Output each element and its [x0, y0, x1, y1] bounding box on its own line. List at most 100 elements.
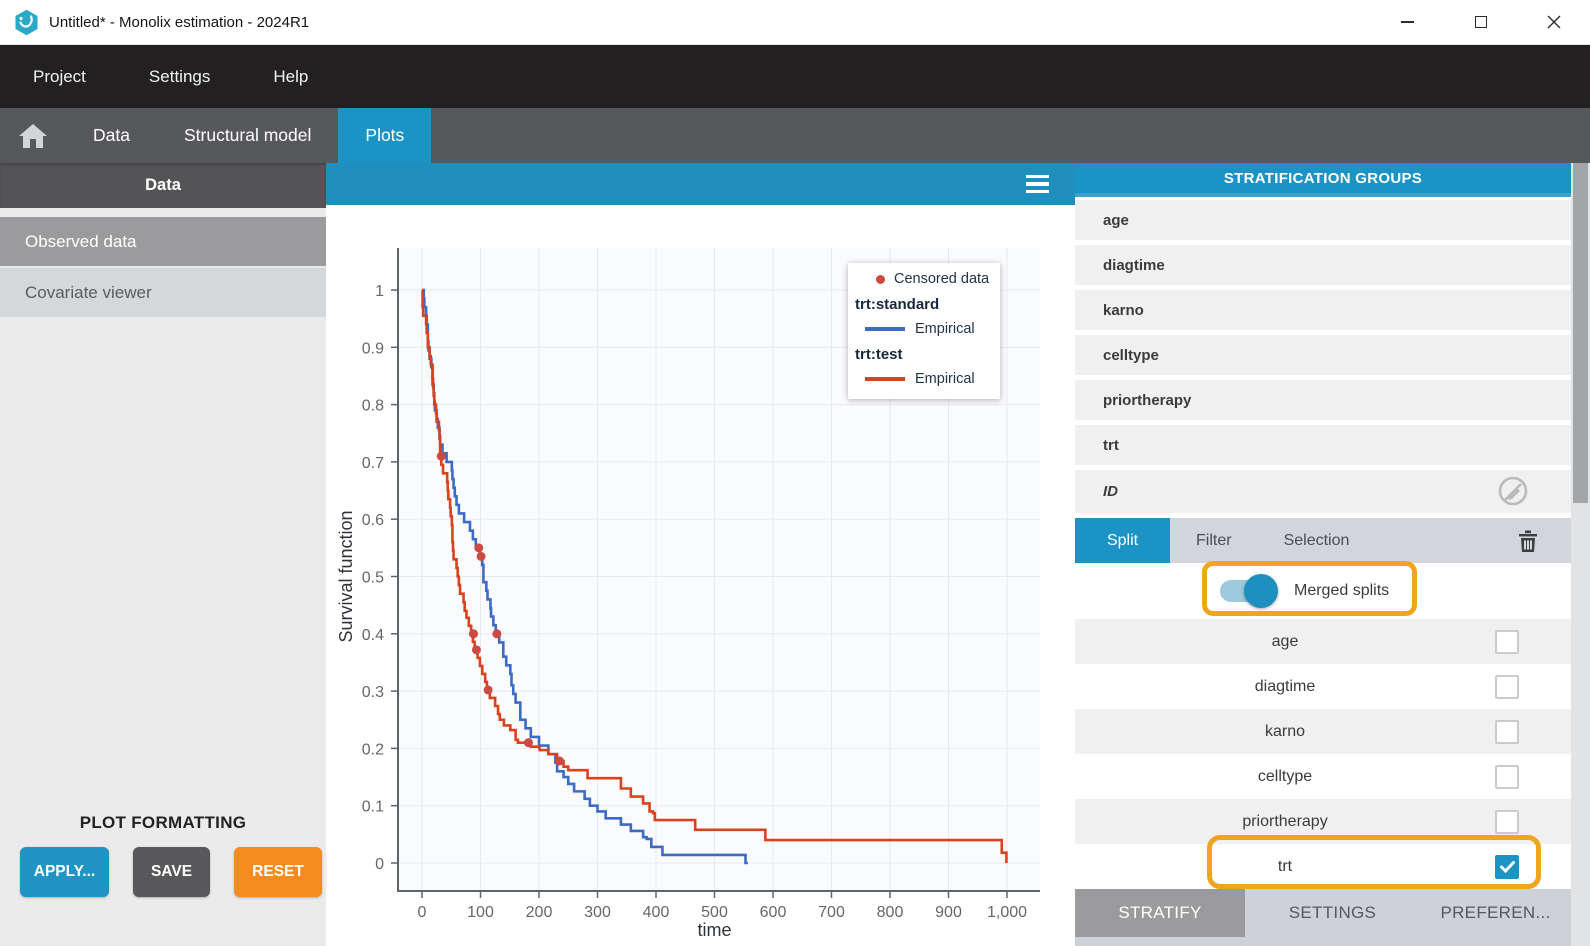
- censored-point: [474, 543, 483, 552]
- plots-sidebar: Data Observed data Covariate viewer PLOT…: [0, 163, 326, 946]
- split-label-celltype: celltype: [1075, 768, 1495, 786]
- save-button[interactable]: SAVE: [133, 847, 210, 897]
- split-row-diagtime[interactable]: diagtime: [1075, 664, 1571, 709]
- split-label-trt: trt: [1075, 858, 1495, 876]
- test-line-swatch: [865, 377, 905, 381]
- reset-button[interactable]: RESET: [234, 847, 322, 897]
- x-tick-label: 0: [418, 904, 427, 921]
- tab-data[interactable]: Data: [66, 108, 157, 163]
- home-icon: [17, 122, 49, 150]
- censored-point: [492, 629, 501, 638]
- tab-preferences[interactable]: PREFEREN...: [1420, 889, 1571, 937]
- scrollbar-thumb[interactable]: [1573, 163, 1588, 503]
- x-tick-label: 400: [643, 904, 670, 921]
- tab-stratify[interactable]: STRATIFY: [1075, 889, 1245, 937]
- plot-formatting-buttons: APPLY... SAVE RESET: [20, 847, 322, 897]
- tab-plots[interactable]: Plots: [338, 108, 431, 163]
- menu-project[interactable]: Project: [33, 67, 86, 87]
- trash-icon[interactable]: [1517, 529, 1539, 553]
- legend-series-standard: Empirical: [848, 321, 1000, 337]
- window-controls: [1371, 0, 1590, 44]
- stratification-header: STRATIFICATION GROUPS: [1075, 163, 1571, 193]
- panel-scrollbar[interactable]: [1571, 163, 1590, 946]
- plot-formatting-title: PLOT FORMATTING: [0, 813, 326, 833]
- censored-point: [472, 645, 481, 654]
- sidebar-item-covariate-viewer[interactable]: Covariate viewer: [0, 268, 326, 317]
- censored-point: [484, 685, 493, 694]
- covariate-row-age[interactable]: age: [1075, 200, 1571, 240]
- y-tick-label: 0.6: [362, 512, 384, 529]
- tab-settings[interactable]: SETTINGS: [1245, 889, 1420, 937]
- x-tick-label: 700: [818, 904, 845, 921]
- merged-splits-label: Merged splits: [1294, 582, 1389, 600]
- split-filter-selection-tabs: Split Filter Selection: [1075, 518, 1571, 563]
- stratification-panel: STRATIFICATION GROUPS age diagtime karno…: [1075, 163, 1571, 946]
- x-tick-label: 1,000: [987, 904, 1027, 921]
- tab-structural-model[interactable]: Structural model: [157, 108, 338, 163]
- censored-point: [437, 452, 446, 461]
- y-tick-label: 0.9: [362, 340, 384, 357]
- covariate-row-trt[interactable]: trt: [1075, 425, 1571, 465]
- x-tick-label: 900: [935, 904, 962, 921]
- tab-selection[interactable]: Selection: [1258, 518, 1376, 563]
- checkbox-trt[interactable]: [1495, 855, 1519, 879]
- monolix-logo-icon: [13, 9, 40, 36]
- split-row-priortherapy[interactable]: priortherapy: [1075, 799, 1571, 844]
- checkbox-priortherapy[interactable]: [1495, 810, 1519, 834]
- legend-group-test: trt:test: [848, 346, 1000, 363]
- censored-point: [477, 552, 486, 561]
- split-label-priortherapy: priortherapy: [1075, 813, 1495, 831]
- plot-header-bar: [326, 163, 1075, 205]
- checkbox-karno[interactable]: [1495, 720, 1519, 744]
- checkbox-age[interactable]: [1495, 630, 1519, 654]
- split-row-karno[interactable]: karno: [1075, 709, 1571, 754]
- maximize-icon: [1475, 16, 1487, 28]
- censored-point: [524, 738, 533, 747]
- split-row-celltype[interactable]: celltype: [1075, 754, 1571, 799]
- checkbox-diagtime[interactable]: [1495, 675, 1519, 699]
- maximize-button[interactable]: [1444, 0, 1517, 44]
- app-window: Untitled* - Monolix estimation - 2024R1 …: [0, 0, 1590, 946]
- tab-split[interactable]: Split: [1075, 518, 1170, 563]
- split-label-diagtime: diagtime: [1075, 678, 1495, 696]
- merged-splits-toggle[interactable]: [1220, 580, 1270, 602]
- id-row[interactable]: ID: [1075, 470, 1571, 513]
- split-row-age[interactable]: age: [1075, 619, 1571, 664]
- covariate-row-priortherapy[interactable]: priortherapy: [1075, 380, 1571, 420]
- edit-disabled-icon: [1497, 475, 1529, 507]
- toggle-knob: [1244, 574, 1278, 608]
- tab-bar: Data Structural model Plots: [0, 108, 1590, 163]
- home-tab[interactable]: [0, 108, 66, 163]
- content-area: Data Observed data Covariate viewer PLOT…: [0, 163, 1590, 946]
- plot-menu-icon[interactable]: [1026, 175, 1049, 194]
- checkbox-celltype[interactable]: [1495, 765, 1519, 789]
- split-row-trt[interactable]: trt: [1075, 844, 1571, 889]
- x-tick-label: 300: [584, 904, 611, 921]
- plot-area: 01002003004005006007008009001,00000.10.2…: [326, 163, 1075, 946]
- covariate-row-karno[interactable]: karno: [1075, 290, 1571, 330]
- censored-dot-icon: [876, 275, 885, 284]
- covariate-row-celltype[interactable]: celltype: [1075, 335, 1571, 375]
- x-axis-title: time: [697, 920, 731, 940]
- panel-bottom-tabs: STRATIFY SETTINGS PREFEREN...: [1075, 889, 1571, 937]
- menu-help[interactable]: Help: [273, 67, 308, 87]
- y-tick-label: 0.1: [362, 799, 384, 816]
- y-tick-label: 0.2: [362, 741, 384, 758]
- apply-button[interactable]: APPLY...: [20, 847, 109, 897]
- split-label-age: age: [1075, 633, 1495, 651]
- legend-empirical-test: Empirical: [915, 371, 975, 387]
- y-tick-label: 0.3: [362, 684, 384, 701]
- tab-filter[interactable]: Filter: [1170, 518, 1258, 563]
- censored-point: [469, 629, 478, 638]
- close-icon: [1547, 15, 1561, 29]
- close-button[interactable]: [1517, 0, 1590, 44]
- covariate-row-diagtime[interactable]: diagtime: [1075, 245, 1571, 285]
- y-tick-label: 0: [375, 856, 384, 873]
- sidebar-header: Data: [0, 163, 326, 208]
- legend-series-test: Empirical: [848, 371, 1000, 387]
- minimize-button[interactable]: [1371, 0, 1444, 44]
- menu-settings[interactable]: Settings: [149, 67, 210, 87]
- sidebar-item-observed-data[interactable]: Observed data: [0, 217, 326, 266]
- standard-line-swatch: [865, 327, 905, 331]
- x-tick-label: 800: [877, 904, 904, 921]
